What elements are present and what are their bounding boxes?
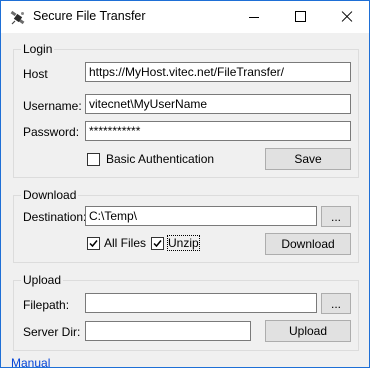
login-group: Login Host https://MyHost.vitec.net/File…: [13, 42, 359, 178]
password-label: Password:: [23, 125, 80, 139]
download-group: Download Destination: C:\Temp\ ... All F…: [13, 188, 359, 263]
destination-browse-button[interactable]: ...: [321, 206, 351, 227]
destination-label: Destination:: [23, 210, 87, 224]
app-window: Secure File Transfer Login Host https://…: [0, 0, 370, 368]
upload-legend: Upload: [21, 273, 64, 287]
satellite-icon: [10, 10, 26, 26]
close-button[interactable]: [323, 1, 369, 33]
minimize-button[interactable]: [231, 1, 277, 33]
server-dir-input[interactable]: [85, 321, 251, 341]
host-label: Host: [23, 67, 48, 81]
username-label: Username:: [23, 99, 82, 113]
upload-button[interactable]: Upload: [265, 320, 351, 342]
basic-auth-label[interactable]: Basic Authentication: [106, 152, 214, 166]
basic-auth-checkbox[interactable]: [87, 153, 100, 166]
unzip-label[interactable]: Unzip: [167, 235, 200, 251]
download-legend: Download: [21, 188, 79, 202]
title-bar: Secure File Transfer: [1, 1, 369, 33]
server-dir-label: Server Dir:: [23, 325, 81, 339]
all-files-label[interactable]: All Files: [104, 236, 146, 250]
checkmark-icon: [153, 240, 162, 248]
window-title: Secure File Transfer: [33, 9, 146, 23]
filepath-browse-button[interactable]: ...: [321, 293, 351, 314]
manual-link[interactable]: Manual: [11, 356, 50, 367]
username-input[interactable]: vitecnet\MyUserName: [85, 94, 351, 114]
download-button[interactable]: Download: [265, 233, 351, 255]
upload-group: Upload Filepath: ... Server Dir: Upload: [13, 273, 359, 351]
unzip-checkbox[interactable]: [151, 237, 164, 250]
filepath-input[interactable]: [85, 293, 317, 313]
maximize-button[interactable]: [277, 1, 323, 33]
all-files-checkbox[interactable]: [87, 237, 100, 250]
save-button[interactable]: Save: [265, 148, 351, 170]
password-input[interactable]: ***********: [85, 121, 351, 141]
host-input[interactable]: https://MyHost.vitec.net/FileTransfer/: [85, 62, 351, 82]
login-legend: Login: [21, 42, 55, 56]
checkmark-icon: [89, 240, 98, 248]
filepath-label: Filepath:: [23, 298, 70, 312]
destination-input[interactable]: C:\Temp\: [85, 206, 317, 226]
